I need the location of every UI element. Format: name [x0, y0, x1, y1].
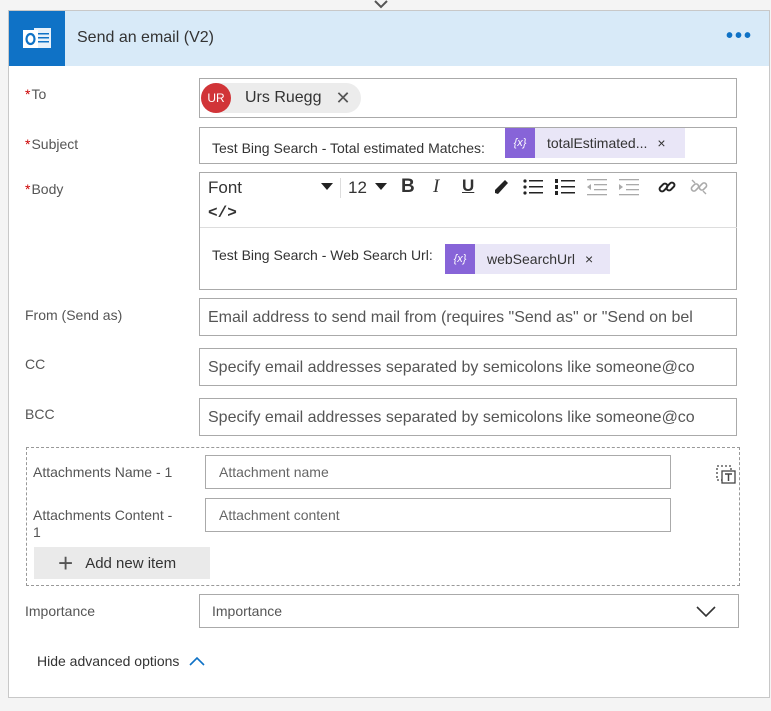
attachments-content-label-line1: Attachments Content - [33, 507, 173, 523]
chevron-down-icon [696, 606, 716, 618]
cc-label: CC [25, 356, 46, 372]
bcc-placeholder: Specify email addresses separated by sem… [208, 409, 695, 426]
plus-icon: + [58, 548, 74, 578]
bold-button[interactable]: B [401, 176, 415, 198]
subject-label-text: Subject [31, 136, 79, 152]
add-new-item-button[interactable]: + Add new item [34, 547, 210, 579]
code-view-button[interactable]: </> [208, 204, 237, 222]
font-size-select[interactable]: 12 [348, 178, 367, 198]
highlight-pen-icon[interactable] [492, 178, 510, 196]
send-email-action-card: Send an email (V2) ••• *To UR Urs Ruegg … [8, 10, 770, 698]
italic-button[interactable]: I [433, 176, 439, 198]
remove-token-icon[interactable]: × [657, 135, 673, 151]
token-label: totalEstimated... [547, 135, 648, 151]
remove-token-icon[interactable]: × [585, 251, 601, 267]
remove-recipient-icon[interactable]: ✕ [335, 88, 350, 109]
flow-connector-arrow-icon [374, 0, 388, 9]
font-select[interactable]: Font [208, 178, 242, 198]
bullet-list-icon[interactable] [522, 178, 544, 196]
attachment-name-placeholder: Attachment name [219, 464, 329, 480]
rich-text-toolbar: Font 12 B I U </> [200, 173, 737, 228]
decrease-indent-icon[interactable] [586, 178, 608, 196]
body-text: Test Bing Search - Web Search Url: [212, 247, 433, 263]
more-options-icon[interactable]: ••• [726, 25, 753, 48]
from-placeholder: Email address to send mail from (require… [208, 309, 693, 326]
font-dropdown-icon[interactable] [321, 183, 333, 191]
body-label-text: Body [31, 181, 64, 197]
recipient-persona[interactable]: UR Urs Ruegg ✕ [201, 83, 361, 113]
bcc-label: BCC [25, 406, 55, 422]
switch-to-text-mode-icon[interactable] [715, 463, 737, 485]
font-size-dropdown-icon[interactable] [375, 183, 387, 191]
body-label: *Body [25, 181, 63, 197]
action-title: Send an email (V2) [77, 29, 214, 46]
chevron-up-icon [189, 656, 206, 666]
subject-text: Test Bing Search - Total estimated Match… [212, 140, 485, 156]
required-marker: * [25, 136, 31, 152]
add-new-item-label: Add new item [85, 554, 177, 572]
dynamic-content-icon: {x} [445, 244, 475, 274]
subject-label: *Subject [25, 136, 78, 152]
hide-advanced-options-label: Hide advanced options [37, 653, 180, 669]
action-header[interactable]: Send an email (V2) ••• [9, 11, 769, 66]
underline-button[interactable]: U [462, 176, 474, 196]
to-label-text: To [31, 86, 47, 102]
required-marker: * [25, 181, 31, 197]
from-label: From (Send as) [25, 307, 123, 323]
to-label: *To [25, 86, 46, 102]
unlink-icon[interactable] [689, 177, 709, 197]
body-dynamic-token[interactable]: {x} webSearchUrl × [445, 244, 610, 274]
attachment-content-input[interactable]: Attachment content [205, 498, 671, 532]
avatar: UR [201, 83, 231, 113]
attachments-name-label: Attachments Name - 1 [33, 464, 173, 480]
attachment-name-input[interactable]: Attachment name [205, 455, 671, 489]
hide-advanced-options-toggle[interactable]: Hide advanced options [37, 653, 206, 669]
attachments-content-label-line2: 1 [33, 524, 41, 540]
numbered-list-icon[interactable] [554, 178, 576, 196]
toolbar-divider [340, 178, 341, 198]
recipient-name: Urs Ruegg [245, 89, 322, 106]
importance-value: Importance [212, 603, 283, 619]
token-label: webSearchUrl [487, 251, 575, 267]
attachments-content-label: Attachments Content - 1 [33, 507, 172, 541]
attachment-content-placeholder: Attachment content [219, 507, 340, 523]
link-icon[interactable] [657, 177, 677, 197]
importance-dropdown[interactable]: Importance [199, 594, 739, 628]
subject-dynamic-token[interactable]: {x} totalEstimated... × [505, 128, 685, 158]
increase-indent-icon[interactable] [618, 178, 640, 196]
outlook-icon [9, 11, 65, 66]
required-marker: * [25, 86, 31, 102]
cc-placeholder: Specify email addresses separated by sem… [208, 359, 695, 376]
dynamic-content-icon: {x} [505, 128, 535, 158]
importance-label: Importance [25, 603, 96, 619]
